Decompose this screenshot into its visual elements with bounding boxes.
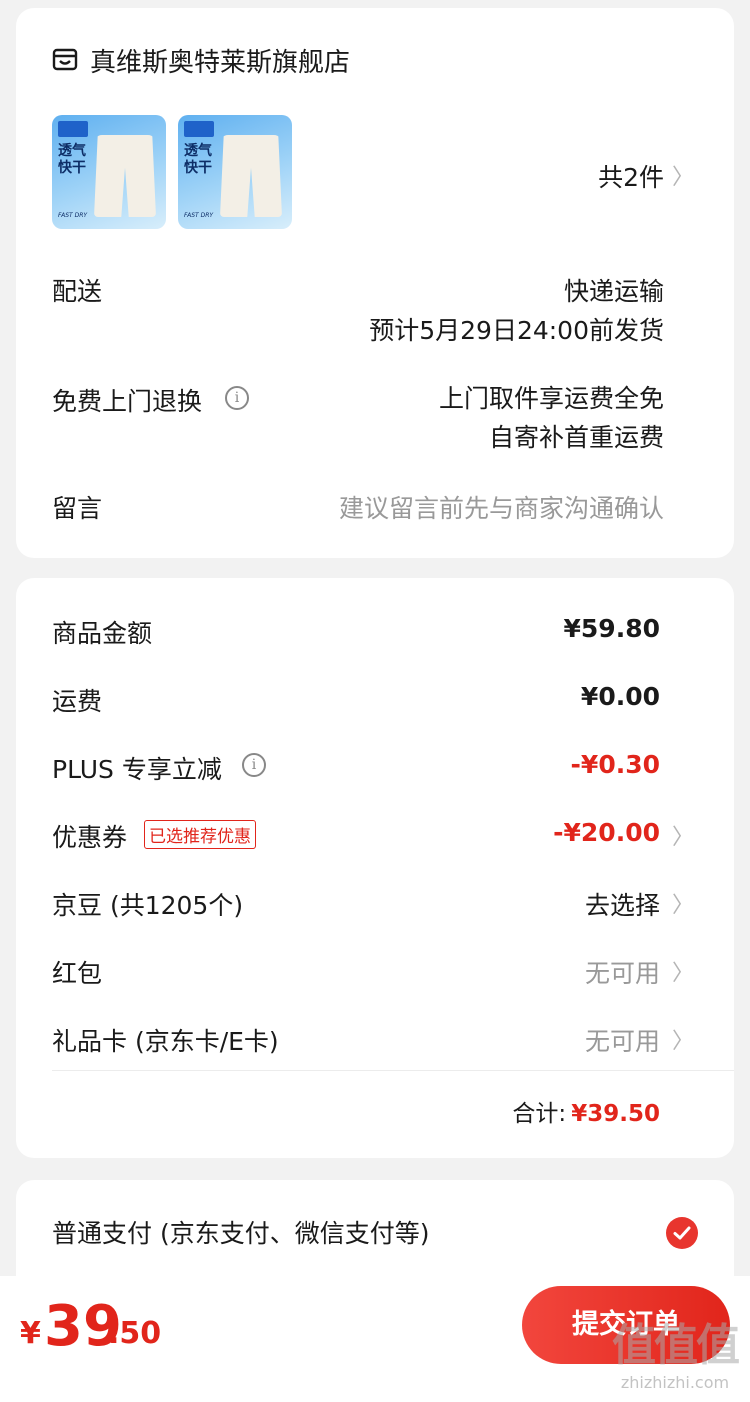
jingdou-label: 京豆 (共1205个)	[52, 891, 244, 920]
watermark-logo: 值值值	[612, 1320, 740, 1371]
total-row: 合计: ¥39.50	[512, 1094, 660, 1128]
return-line-2: 自寄补首重运费	[488, 423, 664, 452]
watermark-url: zhizhizhi.com	[620, 1373, 730, 1392]
thumb-small-text: FAST DRY	[184, 212, 214, 219]
message-label: 留言	[52, 494, 103, 523]
bottom-bar: ¥ 39 .50 提交订单 值值值 zhizhizhi.com	[0, 1276, 750, 1402]
total-label: 合计:	[512, 1101, 567, 1127]
price-currency: ¥	[20, 1316, 41, 1351]
divider	[52, 1070, 734, 1071]
coupon-tag: 已选推荐优惠	[144, 820, 256, 849]
thumb-small-text: FAST DRY	[58, 212, 88, 219]
product-thumbnail[interactable]: 透气 快干 FAST DRY	[52, 115, 166, 229]
message-input[interactable]: 建议留言前先与商家沟通确认	[339, 489, 664, 525]
price-decimal: .50	[108, 1316, 162, 1351]
goods-amount-label: 商品金额	[52, 619, 153, 648]
shop-icon	[52, 48, 78, 71]
coupon-value[interactable]: -¥20.00	[553, 818, 660, 847]
return-line-1: 上门取件享运费全免	[438, 384, 664, 413]
delivery-label: 配送	[52, 277, 103, 306]
chevron-right-icon[interactable]: 〉	[672, 955, 694, 987]
gift-card-value[interactable]: 无可用	[585, 1022, 660, 1058]
return-label: 免费上门退换	[52, 387, 203, 416]
price-summary-card: 商品金额 ¥59.80 运费 ¥0.00 PLUS 专享立减 i -¥0.30 …	[16, 578, 734, 1158]
chevron-right-icon[interactable]: 〉	[672, 887, 694, 919]
red-packet-value[interactable]: 无可用	[585, 954, 660, 990]
chevron-right-icon[interactable]: 〉	[672, 159, 694, 191]
watermark: 值值值 zhizhizhi.com	[612, 1309, 740, 1392]
jingdou-value[interactable]: 去选择	[585, 886, 660, 922]
shipping-value: ¥0.00	[580, 682, 660, 711]
gift-card-label: 礼品卡 (京东卡/E卡)	[52, 1027, 279, 1056]
chevron-right-icon[interactable]: 〉	[672, 1023, 694, 1055]
check-circle-icon[interactable]	[666, 1217, 698, 1249]
shipping-label: 运费	[52, 687, 103, 716]
delivery-time: 预计5月29日24:00前发货	[369, 316, 664, 345]
info-icon[interactable]: i	[242, 753, 266, 777]
coupon-label: 优惠券	[52, 823, 128, 852]
shop-name[interactable]: 真维斯奥特莱斯旗舰店	[90, 42, 350, 79]
product-thumbnail[interactable]: 透气 快干 FAST DRY	[178, 115, 292, 229]
shop-card: 真维斯奥特莱斯旗舰店 透气 快干 FAST DRY 透气 快干 FAST DRY 共…	[16, 8, 734, 558]
shorts-image	[220, 135, 282, 217]
thumb-text: 透气 快干	[58, 143, 86, 176]
total-value: ¥39.50	[571, 1101, 660, 1127]
shorts-image	[94, 135, 156, 217]
delivery-method[interactable]: 快递运输	[564, 272, 664, 308]
goods-amount-value: ¥59.80	[563, 614, 660, 643]
plus-discount-value: -¥0.30	[570, 750, 660, 779]
plus-discount-label: PLUS 专享立减	[52, 755, 222, 784]
brand-badge	[184, 121, 214, 137]
brand-badge	[58, 121, 88, 137]
chevron-right-icon[interactable]: 〉	[672, 819, 694, 851]
payment-method-label[interactable]: 普通支付 (京东支付、微信支付等)	[52, 1214, 429, 1250]
red-packet-label: 红包	[52, 959, 103, 988]
info-icon[interactable]: i	[225, 386, 249, 410]
thumb-text: 透气 快干	[184, 143, 212, 176]
item-count[interactable]: 共2件	[598, 158, 664, 194]
